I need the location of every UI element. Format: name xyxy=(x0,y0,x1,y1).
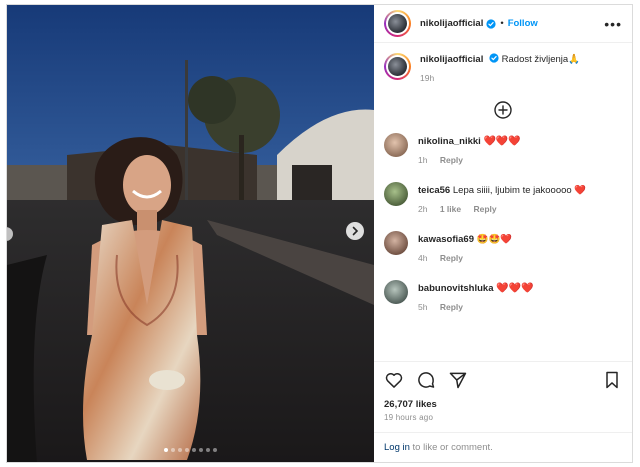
comment-item: babunovitshluka ❤️❤️❤️ 5h Reply xyxy=(384,280,622,314)
carousel-dot xyxy=(164,448,168,452)
commenter-username[interactable]: teica56 xyxy=(418,185,450,196)
reply-button[interactable]: Reply xyxy=(440,253,463,263)
comment-item: kawasofia69 🤩🤩❤️ 4h Reply xyxy=(384,231,622,265)
carousel-dot xyxy=(213,448,217,452)
commenter-avatar[interactable] xyxy=(384,182,408,206)
comment-bubble-icon[interactable] xyxy=(416,370,436,390)
carousel-dot xyxy=(192,448,196,452)
login-prompt: Log in to like or comment. xyxy=(374,432,632,462)
author-username[interactable]: nikolijaofficial xyxy=(420,18,483,29)
plus-circle-icon xyxy=(494,101,512,119)
separator-dot: • xyxy=(500,18,504,29)
carousel-dot xyxy=(185,448,189,452)
commenter-avatar[interactable] xyxy=(384,280,408,304)
carousel-next-button[interactable] xyxy=(346,222,364,240)
caption-text: Radost življenja🙏 xyxy=(501,54,581,65)
comment-time: 5h xyxy=(418,302,428,312)
share-paper-plane-icon[interactable] xyxy=(448,370,468,390)
comment-text: 🤩🤩❤️ xyxy=(476,234,513,245)
comment-time: 4h xyxy=(418,253,428,263)
comment-text: ❤️❤️❤️ xyxy=(496,283,534,294)
save-bookmark-icon[interactable] xyxy=(602,370,622,390)
post-side-panel: nikolijaofficial • Follow ••• nikolijaof… xyxy=(374,5,632,462)
chevron-right-icon xyxy=(352,226,359,236)
more-options-button[interactable]: ••• xyxy=(604,16,622,32)
carousel-indicator xyxy=(7,448,374,452)
carousel-dot xyxy=(206,448,210,452)
caption-avatar[interactable] xyxy=(384,53,411,80)
comment-time: 2h xyxy=(418,204,428,214)
likes-count[interactable]: 26,707 likes xyxy=(374,397,632,410)
post-media[interactable] xyxy=(7,5,374,462)
comment-text: ❤️❤️❤️ xyxy=(483,136,521,147)
login-prompt-text: to like or comment. xyxy=(409,442,493,453)
verified-badge-icon xyxy=(489,53,499,63)
caption-username[interactable]: nikolijaofficial xyxy=(420,54,483,65)
commenter-avatar[interactable] xyxy=(384,231,408,255)
caption: nikolijaofficial Radost življenja🙏 19h xyxy=(384,53,622,85)
reply-button[interactable]: Reply xyxy=(440,302,463,312)
comment-list: nikolina_nikki ❤️❤️❤️ 1h Reply teica56 L… xyxy=(384,133,622,314)
commenter-avatar[interactable] xyxy=(384,133,408,157)
author-avatar[interactable] xyxy=(384,10,411,37)
reply-button[interactable]: Reply xyxy=(440,155,463,165)
carousel-dot xyxy=(178,448,182,452)
comments-section[interactable]: nikolijaofficial Radost življenja🙏 19h n… xyxy=(374,43,632,361)
comment-text: Lepa siiii, ljubim te jakooooo ❤️ xyxy=(452,185,587,196)
post-photo xyxy=(7,5,374,462)
like-heart-icon[interactable] xyxy=(384,370,404,390)
comment-item: nikolina_nikki ❤️❤️❤️ 1h Reply xyxy=(384,133,622,167)
instagram-post-modal: nikolijaofficial • Follow ••• nikolijaof… xyxy=(6,4,633,463)
verified-badge-icon xyxy=(486,18,496,29)
load-more-comments-button[interactable] xyxy=(384,101,622,119)
follow-button[interactable]: Follow xyxy=(508,18,538,29)
post-timestamp: 19 hours ago xyxy=(384,413,434,422)
caption-time: 19h xyxy=(420,73,435,83)
comment-time: 1h xyxy=(418,155,428,165)
commenter-username[interactable]: kawasofia69 xyxy=(418,234,474,245)
reply-button[interactable]: Reply xyxy=(474,204,497,214)
carousel-dot xyxy=(199,448,203,452)
commenter-username[interactable]: nikolina_nikki xyxy=(418,136,481,147)
comment-item: teica56 Lepa siiii, ljubim te jakooooo ❤… xyxy=(384,182,622,216)
comment-like-count[interactable]: 1 like xyxy=(440,204,461,214)
post-actions-bar xyxy=(374,361,632,397)
login-link[interactable]: Log in xyxy=(384,442,410,453)
commenter-username[interactable]: babunovitshluka xyxy=(418,283,493,294)
carousel-dot xyxy=(171,448,175,452)
post-header: nikolijaofficial • Follow ••• xyxy=(374,5,632,43)
